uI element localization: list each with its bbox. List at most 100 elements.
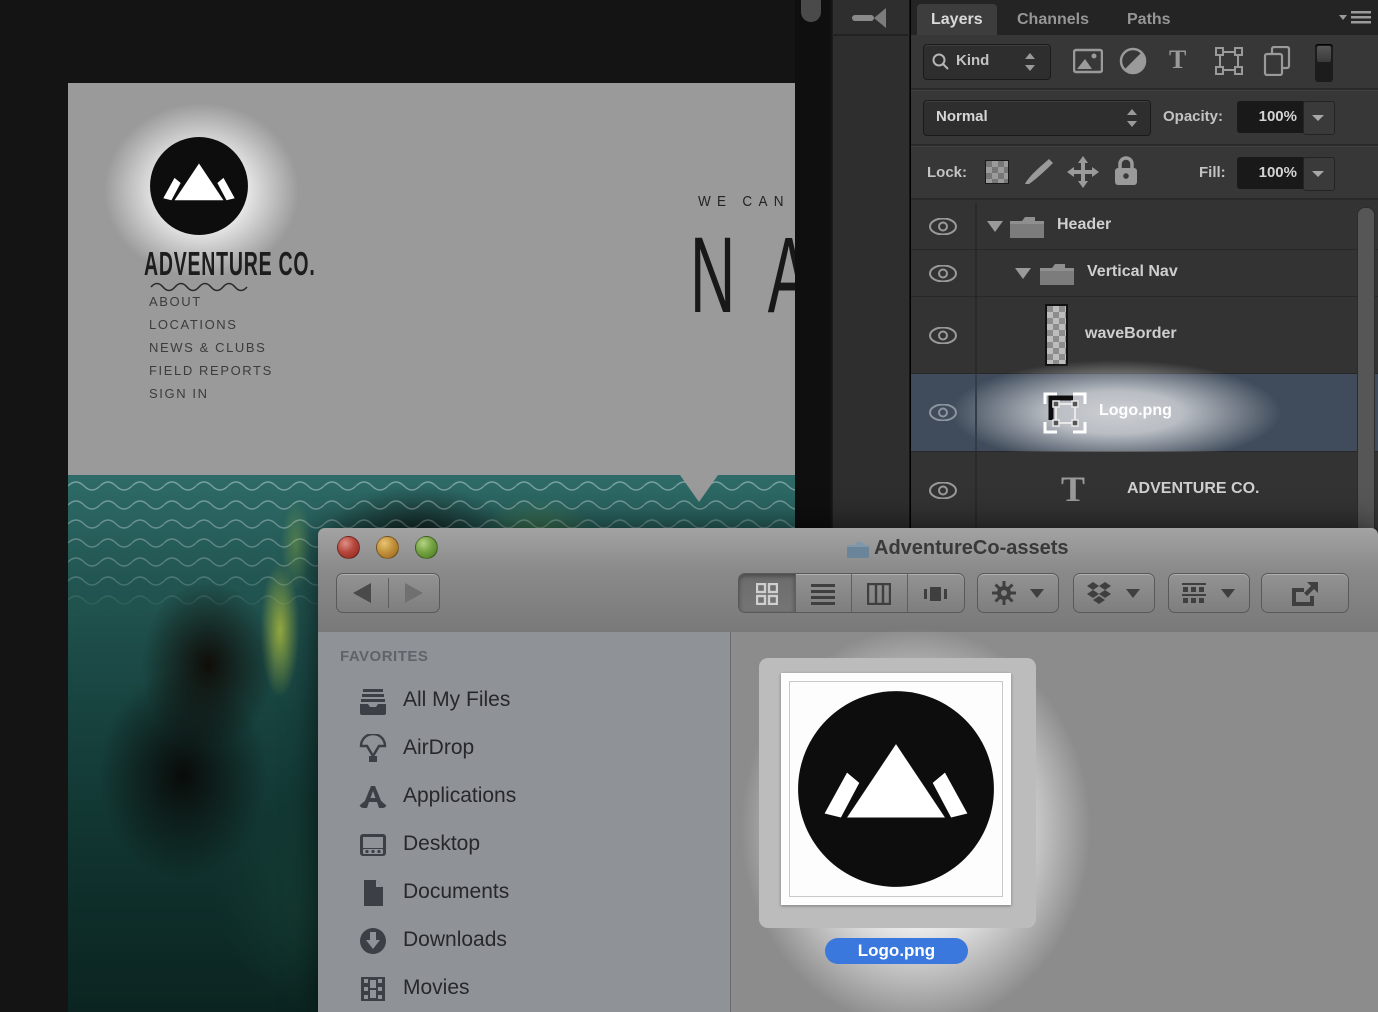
nav-link-news-clubs[interactable]: NEWS & CLUBS <box>149 341 273 354</box>
sidebar-item-label: Applications <box>403 784 516 808</box>
desktop-icon <box>358 830 388 860</box>
forward-button[interactable] <box>403 583 425 603</box>
file-icon-logo-png[interactable] <box>781 673 1011 905</box>
zoom-button[interactable] <box>415 536 438 559</box>
group-folder-icon <box>1039 261 1075 286</box>
layer-name: Header <box>1057 216 1111 234</box>
sidebar-heading: FAVORITES <box>340 648 428 665</box>
sidebar-item-desktop[interactable]: Desktop <box>318 821 730 869</box>
layer-row-logo-png[interactable]: Logo.png <box>911 374 1378 452</box>
view-as-list-button[interactable] <box>795 574 852 612</box>
filter-toggle-switch[interactable] <box>1315 44 1333 82</box>
sidebar-item-label: Downloads <box>403 928 507 952</box>
gear-icon <box>992 581 1016 605</box>
lock-all-padlock-icon[interactable] <box>1113 155 1139 187</box>
tab-paths[interactable]: Paths <box>1113 4 1185 35</box>
lock-position-move-icon[interactable] <box>1067 156 1099 188</box>
list-view-icon <box>811 583 835 605</box>
back-button[interactable] <box>351 583 373 603</box>
visibility-cell[interactable] <box>911 203 977 249</box>
site-nav: ABOUT LOCATIONS NEWS & CLUBS FIELD REPOR… <box>149 295 273 410</box>
minimize-button[interactable] <box>376 536 399 559</box>
layers-scrollbar-thumb[interactable] <box>1357 207 1375 539</box>
eye-visibility-icon[interactable] <box>929 482 957 499</box>
visibility-cell[interactable] <box>911 452 977 528</box>
eye-visibility-icon[interactable] <box>929 218 957 235</box>
sidebar-item-label: All My Files <box>403 688 510 712</box>
movies-icon <box>358 974 388 1004</box>
arrange-menu-button[interactable] <box>1168 573 1250 613</box>
sidebar-item-all-my-files[interactable]: All My Files <box>318 677 730 725</box>
lock-transparency-icon[interactable] <box>985 160 1009 184</box>
filter-type-layers-icon[interactable]: T <box>1169 45 1186 75</box>
action-menu-button[interactable] <box>977 573 1059 613</box>
updown-arrows-icon <box>1024 53 1036 71</box>
sidebar-item-airdrop[interactable]: AirDrop <box>318 725 730 773</box>
filter-shape-layers-icon[interactable] <box>1215 47 1243 75</box>
filter-kind-dropdown[interactable]: Kind <box>923 44 1051 80</box>
visibility-cell[interactable] <box>911 374 977 451</box>
finder-content-area: Logo.png <box>731 632 1378 1012</box>
collapsed-tool-icon[interactable] <box>848 6 894 30</box>
sidebar-item-applications[interactable]: Applications <box>318 773 730 821</box>
tab-channels[interactable]: Channels <box>1003 4 1103 35</box>
chevron-down-icon <box>1126 589 1140 598</box>
smart-object-thumbnail-icon[interactable] <box>1043 392 1087 434</box>
hero-headline-text: N A <box>690 221 795 329</box>
filter-adjustment-layers-icon[interactable] <box>1119 47 1147 75</box>
disclosure-triangle-icon[interactable] <box>1015 268 1031 279</box>
layer-row-vertical-nav[interactable]: Vertical Nav <box>911 250 1378 297</box>
eye-visibility-icon[interactable] <box>929 404 957 421</box>
window-title: AdventureCo-assets <box>874 537 1069 560</box>
sidebar-item-label: Desktop <box>403 832 480 856</box>
layer-name: Vertical Nav <box>1087 263 1178 281</box>
finder-sidebar: FAVORITES All My Files AirDrop <box>318 632 730 1012</box>
opacity-value-field[interactable]: 100% <box>1237 101 1305 133</box>
sidebar-item-movies[interactable]: Movies <box>318 965 730 1012</box>
view-as-columns-button[interactable] <box>851 574 908 612</box>
group-folder-icon <box>1009 214 1045 239</box>
lock-pixels-brush-icon[interactable] <box>1023 156 1055 186</box>
layer-row-adventure-co[interactable]: T ADVENTURE CO. <box>911 452 1378 529</box>
filter-smart-objects-icon[interactable] <box>1263 46 1291 76</box>
tab-layers[interactable]: Layers <box>917 4 997 35</box>
disclosure-triangle-icon[interactable] <box>987 221 1003 232</box>
search-icon <box>932 53 950 71</box>
chevron-down-icon <box>1311 170 1325 178</box>
folder-icon <box>846 540 870 559</box>
eye-visibility-icon[interactable] <box>929 265 957 282</box>
hero-kicker-text: WE CAN <box>698 193 790 210</box>
share-button[interactable] <box>1261 573 1349 613</box>
opacity-dropdown-button[interactable] <box>1303 101 1335 135</box>
eye-visibility-icon[interactable] <box>929 327 957 344</box>
airdrop-icon <box>358 734 388 764</box>
sidebar-item-downloads[interactable]: Downloads <box>318 917 730 965</box>
filter-pixel-layers-icon[interactable] <box>1073 48 1103 74</box>
canvas-scrollbar-thumb[interactable] <box>801 0 821 22</box>
nav-link-about[interactable]: ABOUT <box>149 295 273 308</box>
file-name-label[interactable]: Logo.png <box>825 938 968 964</box>
share-icon <box>1290 580 1320 606</box>
close-button[interactable] <box>337 536 360 559</box>
finder-titlebar[interactable]: AdventureCo-assets <box>318 528 1378 571</box>
view-as-icons-button[interactable] <box>739 574 796 612</box>
blend-mode-dropdown[interactable]: Normal <box>923 100 1151 136</box>
arrange-grid-icon <box>1182 582 1206 604</box>
layer-thumbnail-transparent[interactable] <box>1045 304 1068 366</box>
panel-menu-icon[interactable] <box>1339 10 1373 26</box>
visibility-cell[interactable] <box>911 250 977 296</box>
downloads-icon <box>358 926 388 956</box>
nav-link-field-reports[interactable]: FIELD REPORTS <box>149 364 273 377</box>
fill-value-field[interactable]: 100% <box>1237 157 1305 189</box>
sidebar-item-documents[interactable]: Documents <box>318 869 730 917</box>
screenshot-stage: ADVENTURE CO. ABOUT LOCATIONS NEWS & CLU… <box>0 0 1378 1012</box>
icon-view-grid-icon <box>756 583 778 605</box>
view-as-coverflow-button[interactable] <box>907 574 964 612</box>
all-my-files-icon <box>358 686 388 716</box>
nav-link-sign-in[interactable]: SIGN IN <box>149 387 273 400</box>
layer-row-header[interactable]: Header <box>911 203 1378 250</box>
nav-link-locations[interactable]: LOCATIONS <box>149 318 273 331</box>
column-view-icon <box>867 583 891 605</box>
fill-dropdown-button[interactable] <box>1303 157 1335 191</box>
dropbox-menu-button[interactable] <box>1073 573 1155 613</box>
